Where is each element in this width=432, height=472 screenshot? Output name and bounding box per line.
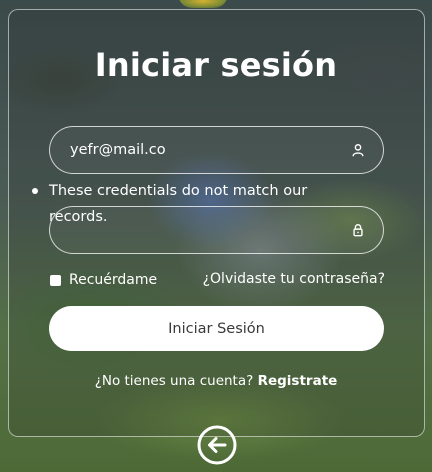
- password-field-wrapper[interactable]: [49, 206, 384, 254]
- signup-line: ¿No tienes una cuenta? Registrate: [0, 373, 432, 389]
- checkbox-box[interactable]: [50, 274, 61, 286]
- login-button[interactable]: Iniciar Sesión: [49, 306, 384, 351]
- user-icon: [352, 144, 364, 157]
- email-input[interactable]: [70, 127, 340, 173]
- password-input[interactable]: [70, 207, 340, 253]
- register-link[interactable]: Registrate: [258, 373, 338, 389]
- remember-me-checkbox[interactable]: Recuérdame: [50, 272, 157, 288]
- lock-icon: [353, 224, 363, 237]
- email-field-wrapper[interactable]: [49, 126, 384, 174]
- remember-me-label: Recuérdame: [69, 272, 158, 288]
- forgot-password-link[interactable]: ¿Olvidaste tu contraseña?: [203, 271, 385, 287]
- arrow-left-circle-icon[interactable]: [196, 424, 238, 466]
- page-title: Iniciar sesión: [94, 46, 338, 84]
- signup-prompt: ¿No tienes una cuenta?: [94, 373, 254, 389]
